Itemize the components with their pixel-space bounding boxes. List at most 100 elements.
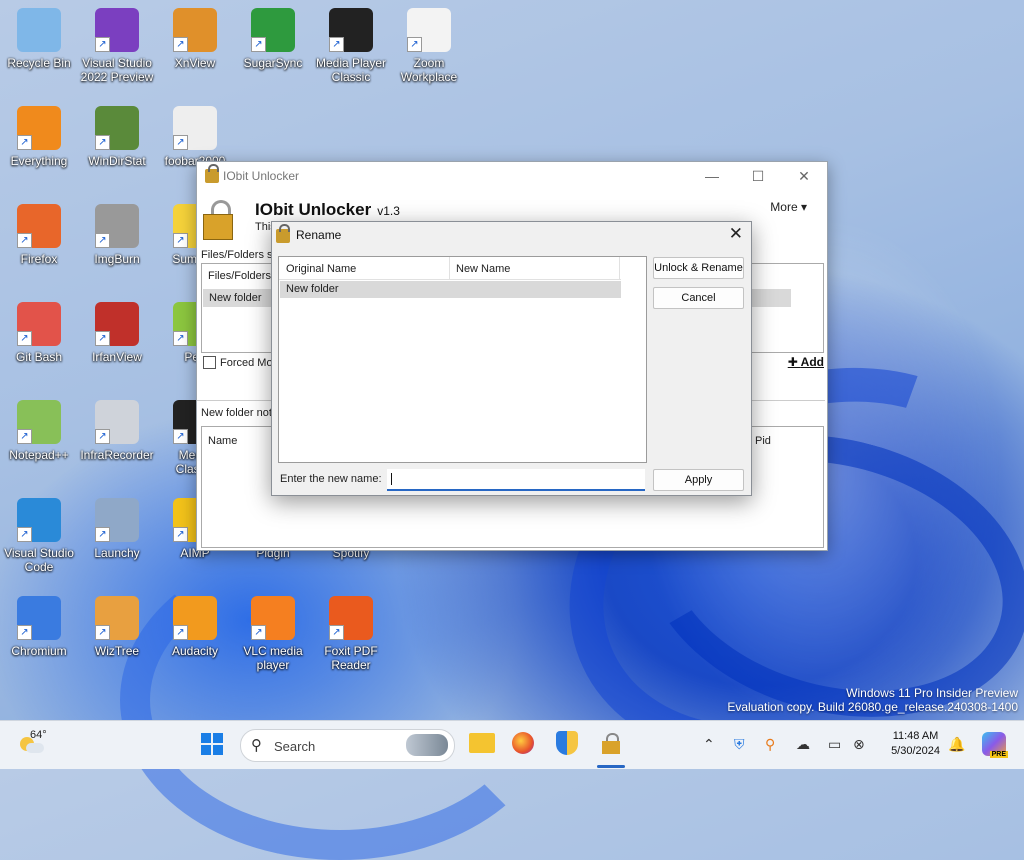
name-column-header[interactable]: Name xyxy=(208,435,237,447)
unlock-rename-button[interactable]: Unlock & Rename xyxy=(653,257,744,279)
desktop-icon-windirstat[interactable]: ↗ WinDirStat xyxy=(78,98,156,168)
firefox-taskbar-icon[interactable] xyxy=(512,732,534,754)
desktop-icon-wiztree[interactable]: ↗ WizTree xyxy=(78,588,156,658)
new-name-column-header[interactable]: New Name xyxy=(456,263,510,275)
more-menu-button[interactable]: More ▾ xyxy=(770,200,807,214)
shortcut-arrow-icon: ↗ xyxy=(95,135,110,150)
shortcut-arrow-icon: ↗ xyxy=(95,527,110,542)
desktop-icon-firefox[interactable]: ↗ Firefox xyxy=(0,196,78,266)
app-icon: ↗ xyxy=(407,8,451,52)
app-version: v1.3 xyxy=(377,204,400,218)
display-icon[interactable]: ▭ xyxy=(828,736,841,753)
desktop-icon-visual-studio[interactable]: ↗ Visual Studio Code xyxy=(0,490,78,574)
shortcut-arrow-icon: ↗ xyxy=(17,527,32,542)
desktop-icon-label-line2: Workplace xyxy=(400,70,458,84)
security-shield-icon[interactable] xyxy=(556,731,578,755)
copilot-icon[interactable]: PRE xyxy=(982,732,1008,758)
clock-date: 5/30/2024 xyxy=(891,745,940,757)
desktop-icon-label: XnView xyxy=(174,56,216,70)
status-text: New folder not xyxy=(201,407,272,419)
taskbar-search[interactable]: ⚲ Search xyxy=(240,729,455,762)
minimize-button[interactable]: — xyxy=(689,162,735,190)
desktop-icon-visual-studio[interactable]: ↗ Visual Studio 2022 Preview xyxy=(78,0,156,84)
cancel-button[interactable]: Cancel xyxy=(653,287,744,309)
shortcut-arrow-icon: ↗ xyxy=(173,527,188,542)
desktop-icon-label: Media Player xyxy=(315,56,387,70)
shortcut-arrow-icon: ↗ xyxy=(407,37,422,52)
chevron-up-icon[interactable]: ⌃ xyxy=(703,736,715,753)
pid-column-header[interactable]: Pid xyxy=(755,435,771,447)
table-row[interactable]: New folder xyxy=(280,281,621,298)
shortcut-arrow-icon: ↗ xyxy=(329,37,344,52)
new-name-input[interactable] xyxy=(387,469,645,491)
desktop-icon-launchy[interactable]: ↗ Launchy xyxy=(78,490,156,560)
shortcut-arrow-icon: ↗ xyxy=(329,625,344,640)
files-column-header[interactable]: Files/Folders xyxy=(208,270,271,282)
desktop-icon-chromium[interactable]: ↗ Chromium xyxy=(0,588,78,658)
column-divider xyxy=(449,257,450,279)
search-placeholder: Search xyxy=(274,739,316,754)
clock[interactable]: 11:48 AM 5/30/2024 xyxy=(891,729,940,759)
clock-time: 11:48 AM xyxy=(892,730,939,742)
desktop-icon-audacity[interactable]: ↗ Audacity xyxy=(156,588,234,658)
dialog-lock-icon xyxy=(276,224,290,243)
forced-mode-checkbox[interactable]: Forced Mod xyxy=(203,356,279,369)
windows-watermark: Windows 11 Pro Insider Preview Evaluatio… xyxy=(727,686,1018,714)
shortcut-arrow-icon: ↗ xyxy=(17,135,32,150)
app-icon: ↗ xyxy=(329,596,373,640)
desktop-icon-irfanview[interactable]: ↗ IrfanView xyxy=(78,294,156,364)
app-icon: ↗ xyxy=(173,8,217,52)
desktop-icon-vlc-media[interactable]: ↗ VLC media player xyxy=(234,588,312,672)
defender-shield-icon[interactable]: ⛨ xyxy=(734,736,745,753)
add-button[interactable]: ✚ Add xyxy=(788,355,824,369)
desktop-icon-everything[interactable]: ↗ Everything xyxy=(0,98,78,168)
app-icon: ↗ xyxy=(329,8,373,52)
dialog-close-button[interactable]: ✕ xyxy=(729,224,743,244)
desktop-icon-zoom[interactable]: ↗ Zoom Workplace xyxy=(390,0,468,84)
app-icon: ↗ xyxy=(17,106,61,150)
shortcut-arrow-icon: ↗ xyxy=(17,331,32,346)
desktop-icon-media-player[interactable]: ↗ Media Player Classic xyxy=(312,0,390,84)
app-icon: ↗ xyxy=(95,302,139,346)
desktop-icon-recycle-bin[interactable]: Recycle Bin xyxy=(0,0,78,70)
desktop-icon-label: Git Bash xyxy=(15,350,63,364)
desktop-icon-label: IrfanView xyxy=(92,350,142,364)
apply-button[interactable]: Apply xyxy=(653,469,744,491)
app-icon: ↗ xyxy=(173,596,217,640)
rename-list[interactable]: Original Name New Name New folder xyxy=(278,256,647,463)
original-name-column-header[interactable]: Original Name xyxy=(286,263,356,275)
desktop-icon-label: Foxit PDF xyxy=(324,644,378,658)
shortcut-arrow-icon: ↗ xyxy=(251,625,266,640)
desktop-icon-xnview[interactable]: ↗ XnView xyxy=(156,0,234,70)
desktop-icon-infrarecorder[interactable]: ↗ InfraRecorder xyxy=(78,392,156,462)
iobit-unlocker-taskbar-icon[interactable] xyxy=(600,733,622,755)
desktop-icon-git-bash[interactable]: ↗ Git Bash xyxy=(0,294,78,364)
desktop-icon-notepad-[interactable]: ↗ Notepad++ xyxy=(0,392,78,462)
app-icon: ↗ xyxy=(95,204,139,248)
desktop-icon-label: WizTree xyxy=(94,644,140,658)
shortcut-arrow-icon: ↗ xyxy=(17,233,32,248)
start-button[interactable] xyxy=(201,733,223,755)
desktop-icon-label: Visual Studio xyxy=(82,56,152,70)
checkbox-box[interactable] xyxy=(203,356,216,369)
desktop-icon-label: Everything xyxy=(10,154,68,168)
desktop-icon-label: Firefox xyxy=(20,252,58,266)
shortcut-arrow-icon: ↗ xyxy=(95,37,110,52)
desktop-icon-foobar2000[interactable]: ↗ foobar2000 xyxy=(156,98,234,168)
desktop-icon-sugarsync[interactable]: ↗ SugarSync xyxy=(234,0,312,70)
maximize-button[interactable]: ☐ xyxy=(735,162,781,190)
app-icon: ↗ xyxy=(173,106,217,150)
weather-temperature: 64° xyxy=(30,729,47,741)
app-icon: ↗ xyxy=(251,8,295,52)
shortcut-arrow-icon: ↗ xyxy=(173,625,188,640)
desktop-icon-foxit-pdf[interactable]: ↗ Foxit PDF Reader xyxy=(312,588,390,672)
desktop-icon-imgburn[interactable]: ↗ ImgBurn xyxy=(78,196,156,266)
app-icon: ↗ xyxy=(95,106,139,150)
close-button[interactable]: ✕ xyxy=(781,162,827,190)
cloud-offline-icon[interactable]: ☁ xyxy=(796,736,810,753)
notification-bell-icon[interactable]: 🔔 xyxy=(948,736,965,753)
app-icon: ↗ xyxy=(251,596,295,640)
everything-search-icon[interactable]: ⚲ xyxy=(765,736,775,753)
network-icon[interactable]: ⊗ xyxy=(853,736,865,753)
file-explorer-icon[interactable] xyxy=(469,733,495,753)
